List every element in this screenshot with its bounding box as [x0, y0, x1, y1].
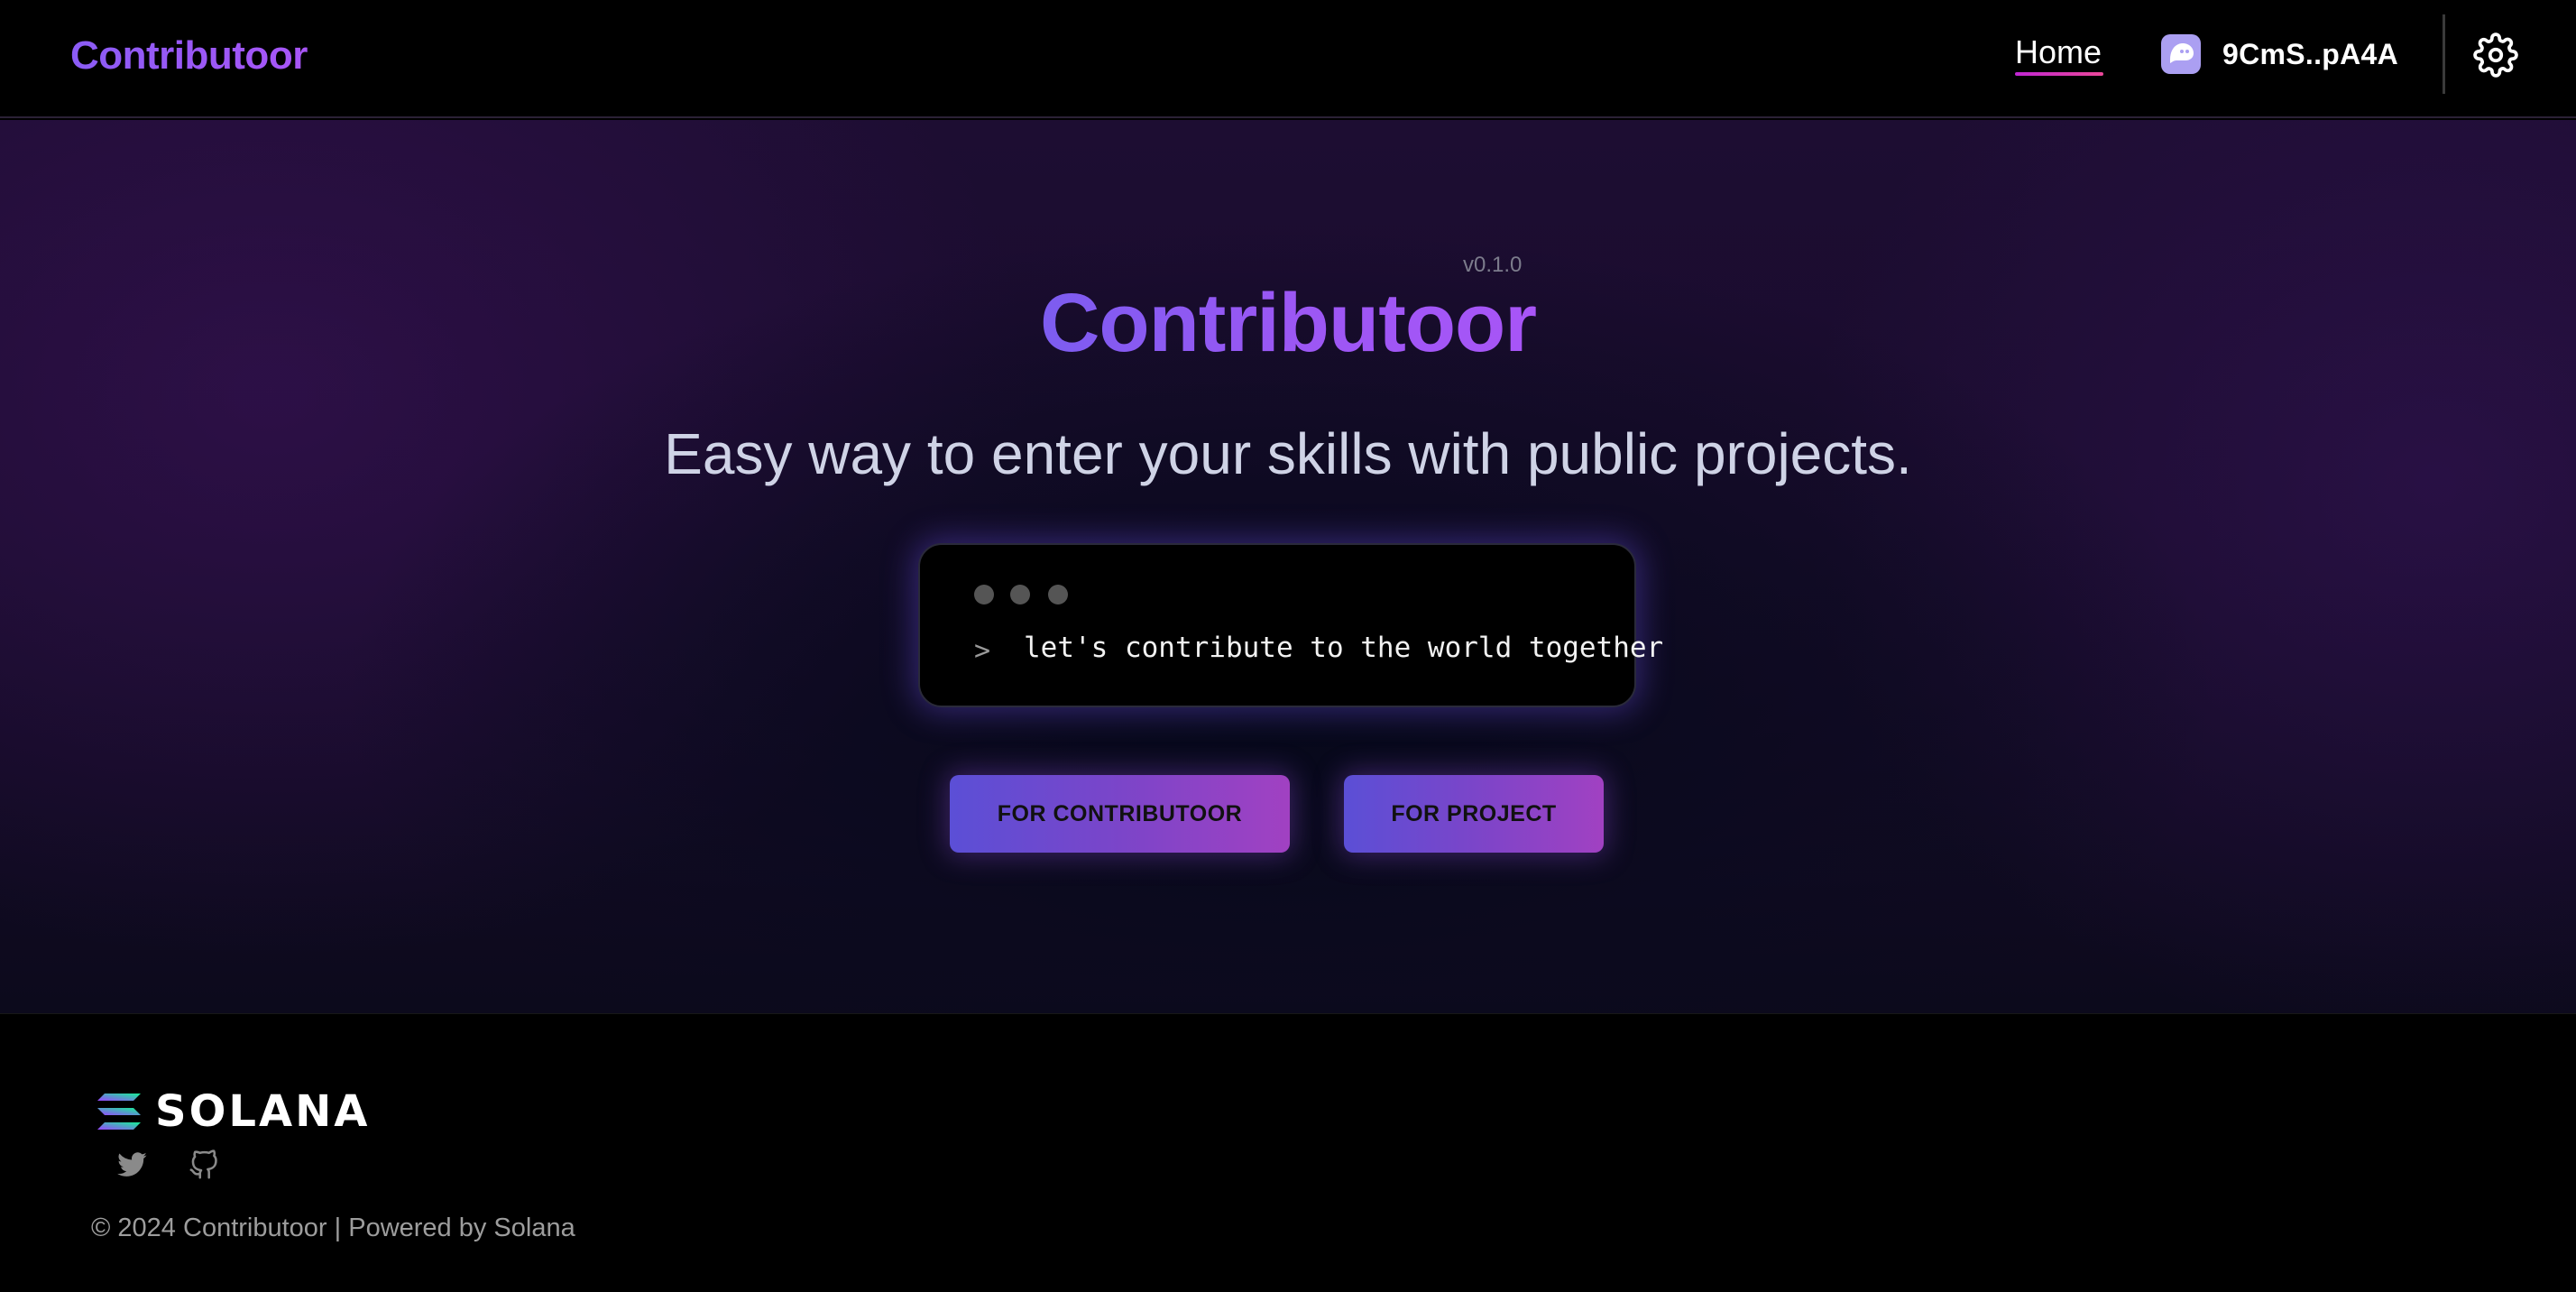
terminal-dot [1010, 585, 1030, 604]
solana-wordmark: SOLANA [155, 1086, 371, 1137]
wallet-address: 9CmS..pA4A [2222, 37, 2399, 70]
footer: SOLANA © 2024 Contributoor | Powered by … [0, 1013, 2576, 1292]
twitter-icon[interactable] [117, 1149, 148, 1180]
for-contributoor-button[interactable]: FOR CONTRIBUTOOR [950, 775, 1290, 853]
gear-icon[interactable] [2473, 32, 2518, 78]
solana-mark-icon [97, 1094, 141, 1130]
footer-copyright: © 2024 Contributoor | Powered by Solana [91, 1214, 575, 1242]
hero-title: Contributoor [1039, 277, 1537, 369]
terminal-dot [1048, 585, 1068, 604]
top-navbar: Contributoor Home 9CmS..pA4A [0, 0, 2576, 118]
solana-logo: SOLANA [96, 1090, 370, 1133]
terminal-prompt: > [974, 635, 991, 667]
wallet-button[interactable]: 9CmS..pA4A [2161, 32, 2398, 76]
github-icon[interactable] [189, 1149, 219, 1180]
terminal-window: > let's contribute to the world together [918, 543, 1663, 707]
hero-subtitle: Easy way to enter your skills with publi… [664, 421, 1912, 486]
nav-home-link[interactable]: Home [2015, 29, 2102, 76]
phantom-ghost-icon [2161, 34, 2201, 74]
for-project-button[interactable]: FOR PROJECT [1344, 775, 1604, 853]
hero-section: v0.1.0 Contributoor Easy way to enter yo… [0, 120, 2576, 1013]
nav-home-active-indicator [2015, 72, 2103, 76]
terminal-command: let's contribute to the world together [1024, 632, 1664, 664]
navbar-divider [2443, 14, 2445, 94]
brand-logo-link[interactable]: Contributoor [70, 29, 308, 83]
terminal-dot [974, 585, 994, 604]
